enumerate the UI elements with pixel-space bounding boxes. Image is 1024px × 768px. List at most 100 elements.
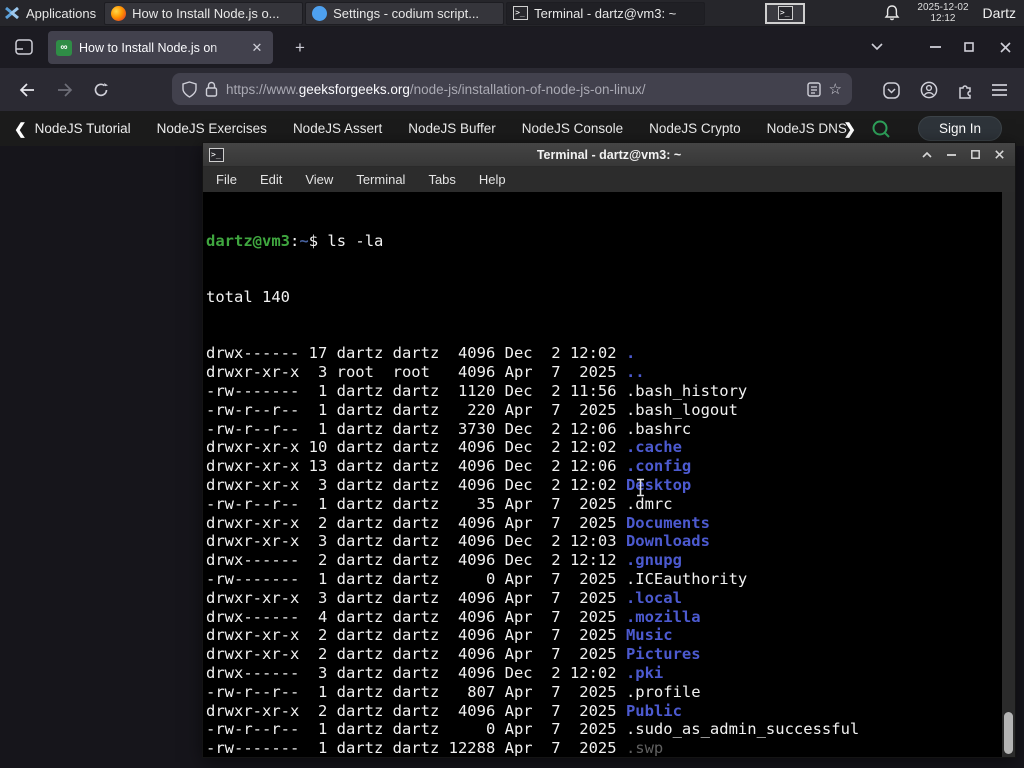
- file-meta: drwxr-xr-x 13 dartz dartz 4096 Dec 2 12:…: [206, 457, 626, 476]
- file-name: ..: [625, 363, 645, 382]
- menu-edit[interactable]: Edit: [260, 172, 282, 187]
- file-name: .sudo_as_admin_successful: [625, 720, 860, 739]
- file-meta: -rw------- 1 dartz dartz 0 Apr 7 2025: [206, 569, 626, 588]
- terminal-window: >_ Terminal - dartz@vm3: ~ File Edit Vie…: [202, 142, 1016, 758]
- pocket-icon[interactable]: [878, 77, 904, 103]
- menu-hamburger-icon[interactable]: [986, 77, 1012, 103]
- file-name: .: [625, 344, 636, 363]
- file-meta: drwx------ 17 dartz dartz 4096 Dec 2 12:…: [206, 344, 626, 363]
- nav-link-nodejs-buffer[interactable]: NodeJS Buffer: [408, 121, 496, 136]
- terminal-line: drwxr-xr-x 3 root root 4096 Apr 7 2025 .…: [206, 363, 1015, 382]
- lock-icon[interactable]: [205, 81, 218, 97]
- back-icon[interactable]: [14, 77, 40, 103]
- prompt-cwd: ~: [299, 231, 309, 250]
- terminal-titlebar-icon: >_: [209, 147, 224, 162]
- tracking-shield-icon[interactable]: [182, 80, 197, 98]
- terminal-maximize-icon[interactable]: [967, 147, 983, 163]
- workspace-terminal-icon: >_: [777, 6, 793, 20]
- terminal-scrollbar[interactable]: [1002, 192, 1015, 757]
- nav-link-nodejs-console[interactable]: NodeJS Console: [522, 121, 623, 136]
- workspace-switcher[interactable]: >_: [765, 2, 806, 24]
- nav-link-nodejs-crypto[interactable]: NodeJS Crypto: [649, 121, 741, 136]
- bookmark-star-icon[interactable]: ☆: [829, 80, 842, 98]
- nav-link-nodejs-exercises[interactable]: NodeJS Exercises: [157, 121, 267, 136]
- menu-file[interactable]: File: [216, 172, 237, 187]
- terminal-scrollbar-thumb[interactable]: [1004, 712, 1013, 754]
- nav-scroll-left-icon[interactable]: ❮: [0, 120, 35, 138]
- taskbar-window-codium[interactable]: Settings - codium script...: [305, 1, 505, 25]
- tab-close-icon[interactable]: ✕: [249, 40, 265, 56]
- firefox-icon: [111, 5, 127, 21]
- file-meta: drwxr-xr-x 2 dartz dartz 4096 Apr 7 2025: [206, 513, 626, 532]
- taskbar-window-label: How to Install Node.js o...: [132, 5, 280, 21]
- terminal-line: drwxr-xr-x 2 dartz dartz 4096 Apr 7 2025…: [206, 514, 1015, 533]
- file-name: .bash_logout: [625, 400, 738, 419]
- window-minimize-icon[interactable]: [924, 37, 946, 57]
- taskbar-window-label: Settings - codium script...: [333, 5, 480, 21]
- taskbar: Applications How to Install Node.js o...…: [0, 0, 1024, 27]
- taskbar-window-terminal[interactable]: >_ Terminal - dartz@vm3: ~: [506, 1, 706, 25]
- file-meta: drwxr-xr-x 3 root root 4096 Apr 7 2025: [206, 363, 626, 382]
- extensions-icon[interactable]: [952, 77, 978, 103]
- file-meta: drwxr-xr-x 3 dartz dartz 4096 Dec 2 12:0…: [206, 475, 626, 494]
- sign-in-button[interactable]: Sign In: [917, 116, 1002, 141]
- applications-menu-button[interactable]: Applications: [0, 0, 104, 26]
- file-name: .ICEauthority: [625, 569, 748, 588]
- terminal-line: -rw------- 1 dartz dartz 12288 Apr 7 202…: [206, 739, 1015, 757]
- reload-icon[interactable]: [88, 77, 114, 103]
- new-tab-button[interactable]: +: [288, 36, 312, 60]
- file-name: Downloads: [625, 532, 710, 551]
- menu-view[interactable]: View: [305, 172, 333, 187]
- terminal-line: drwxr-xr-x 2 dartz dartz 4096 Apr 7 2025…: [206, 626, 1015, 645]
- account-icon[interactable]: [916, 77, 942, 103]
- terminal-shade-icon[interactable]: [919, 147, 935, 163]
- terminal-minimize-icon[interactable]: [943, 147, 959, 163]
- menu-terminal[interactable]: Terminal: [356, 172, 405, 187]
- text-cursor: [637, 478, 644, 497]
- terminal-titlebar[interactable]: >_ Terminal - dartz@vm3: ~: [203, 143, 1015, 167]
- terminal-line: -rw------- 1 dartz dartz 0 Apr 7 2025 .I…: [206, 570, 1015, 589]
- terminal-output[interactable]: dartz@vm3:~$ ls -la total 140 drwx------…: [203, 192, 1015, 757]
- site-nav-links: NodeJS Tutorial NodeJS Exercises NodeJS …: [35, 121, 862, 136]
- window-close-icon[interactable]: [994, 37, 1016, 57]
- window-maximize-icon[interactable]: [958, 37, 980, 57]
- distro-logo-icon: [5, 6, 19, 20]
- url-bar[interactable]: https://www.geeksforgeeks.org/node-js/in…: [172, 73, 852, 105]
- terminal-listing: drwx------ 17 dartz dartz 4096 Dec 2 12:…: [206, 344, 1015, 757]
- nav-link-nodejs-tutorial[interactable]: NodeJS Tutorial: [35, 121, 131, 136]
- terminal-line: drwxr-xr-x 10 dartz dartz 4096 Dec 2 12:…: [206, 438, 1015, 457]
- nav-link-nodejs-dns[interactable]: NodeJS DNS: [767, 121, 847, 136]
- file-meta: -rw-r--r-- 1 dartz dartz 807 Apr 7 2025: [206, 682, 626, 701]
- terminal-line: -rw-r--r-- 1 dartz dartz 0 Apr 7 2025 .s…: [206, 720, 1015, 739]
- reader-view-icon[interactable]: [806, 81, 821, 97]
- forward-icon[interactable]: [52, 77, 78, 103]
- terminal-close-icon[interactable]: [991, 147, 1007, 163]
- taskbar-window-firefox[interactable]: How to Install Node.js o...: [104, 1, 304, 25]
- nav-link-nodejs-assert[interactable]: NodeJS Assert: [293, 121, 382, 136]
- clock[interactable]: 2025-12-02 12:12: [917, 2, 968, 24]
- menu-tabs[interactable]: Tabs: [428, 172, 455, 187]
- file-meta: drwxr-xr-x 2 dartz dartz 4096 Apr 7 2025: [206, 626, 626, 645]
- prompt-symbol: $: [308, 231, 319, 250]
- menu-help[interactable]: Help: [479, 172, 506, 187]
- file-meta: drwx------ 3 dartz dartz 4096 Dec 2 12:0…: [206, 663, 626, 682]
- file-meta: drwxr-xr-x 3 dartz dartz 4096 Apr 7 2025: [206, 588, 626, 607]
- terminal-line: drwx------ 4 dartz dartz 4096 Apr 7 2025…: [206, 608, 1015, 627]
- browser-tab-active[interactable]: ∞ How to Install Node.js on ✕: [48, 31, 273, 64]
- clock-date: 2025-12-02: [917, 2, 969, 13]
- nav-scroll-right-icon[interactable]: ❯: [843, 120, 856, 138]
- search-icon[interactable]: [870, 118, 892, 140]
- file-name: Documents: [625, 513, 710, 532]
- terminal-line: drwx------ 17 dartz dartz 4096 Dec 2 12:…: [206, 344, 1015, 363]
- prompt-command: ls -la: [327, 231, 384, 250]
- session-user-label[interactable]: Dartz: [983, 5, 1016, 21]
- file-meta: -rw-r--r-- 1 dartz dartz 0 Apr 7 2025: [206, 720, 626, 739]
- file-meta: drwxr-xr-x 10 dartz dartz 4096 Dec 2 12:…: [206, 438, 626, 457]
- file-name: .config: [625, 457, 692, 476]
- terminal-line: -rw-r--r-- 1 dartz dartz 220 Apr 7 2025 …: [206, 401, 1015, 420]
- notification-bell-icon[interactable]: [883, 4, 901, 22]
- file-name: .swp: [625, 739, 664, 757]
- firefox-view-icon[interactable]: [12, 37, 36, 57]
- file-meta: -rw-r--r-- 1 dartz dartz 220 Apr 7 2025: [206, 400, 626, 419]
- list-all-tabs-icon[interactable]: [866, 37, 888, 57]
